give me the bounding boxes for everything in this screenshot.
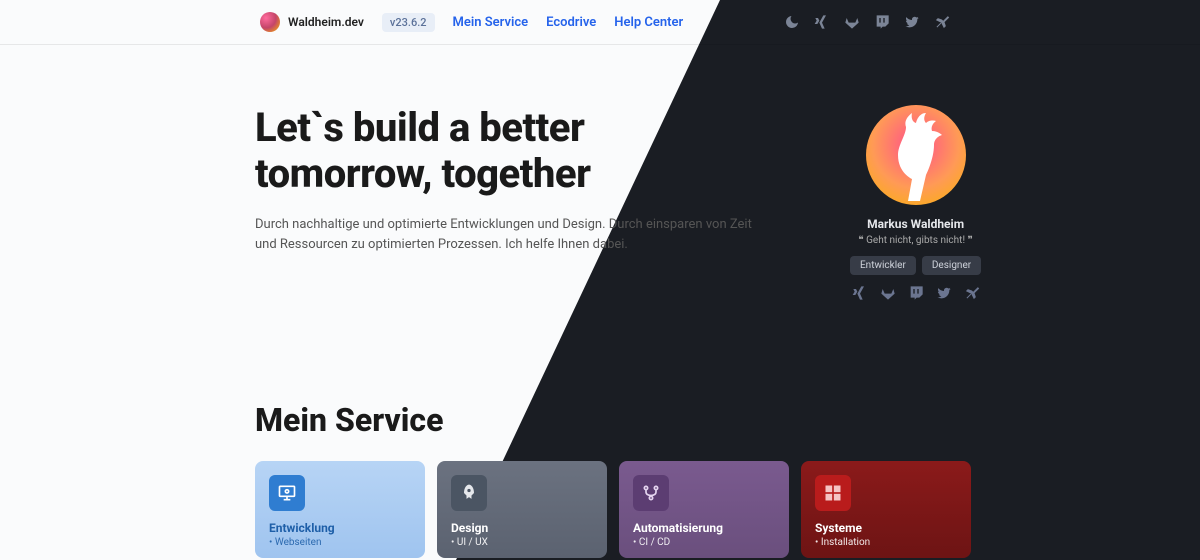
tools-icon[interactable] <box>964 285 980 301</box>
card-automatisierung[interactable]: Automatisierung CI / CD <box>619 461 789 558</box>
card-systeme[interactable]: Systeme Installation <box>801 461 971 558</box>
tools-icon[interactable] <box>934 14 950 30</box>
twitter-icon[interactable] <box>904 14 920 30</box>
xing-icon[interactable] <box>814 14 830 30</box>
hero-title: Let`s build a better tomorrow, together <box>255 105 755 197</box>
service-cards: Entwicklung Webseiten Design UI / UX Aut… <box>255 461 1200 558</box>
rocket-icon <box>451 475 487 511</box>
brand-name: Waldheim.dev <box>288 15 364 29</box>
moon-icon[interactable] <box>784 14 800 30</box>
version-badge: v23.6.2 <box>382 13 435 32</box>
badge-developer: Entwickler <box>850 256 916 275</box>
deer-icon <box>878 113 958 201</box>
twitter-icon[interactable] <box>936 285 952 301</box>
avatar <box>866 105 966 205</box>
card-title: Design <box>451 521 593 535</box>
brand[interactable]: Waldheim.dev <box>260 12 364 32</box>
nav-mein-service[interactable]: Mein Service <box>453 15 529 30</box>
nav-ecodrive[interactable]: Ecodrive <box>546 15 596 30</box>
gitlab-icon[interactable] <box>844 14 860 30</box>
card-title: Entwicklung <box>269 521 411 535</box>
gitlab-icon[interactable] <box>880 285 896 301</box>
branch-icon <box>633 475 669 511</box>
hero: Let`s build a better tomorrow, together … <box>255 105 755 301</box>
badge-designer: Designer <box>922 256 981 275</box>
profile-name: Markus Waldheim <box>850 217 981 231</box>
xing-icon[interactable] <box>852 285 868 301</box>
topbar: Waldheim.dev v23.6.2 Mein Service Ecodri… <box>0 0 1200 45</box>
card-design[interactable]: Design UI / UX <box>437 461 607 558</box>
card-item: CI / CD <box>633 537 775 548</box>
grid-icon <box>815 475 851 511</box>
card-title: Automatisierung <box>633 521 775 535</box>
twitch-icon[interactable] <box>874 14 890 30</box>
profile-card: Markus Waldheim Geht nicht, gibts nicht!… <box>850 105 981 301</box>
twitch-icon[interactable] <box>908 285 924 301</box>
card-item: Webseiten <box>269 537 411 548</box>
brand-logo-icon <box>260 12 280 32</box>
card-title: Systeme <box>815 521 957 535</box>
nav-help-center[interactable]: Help Center <box>614 15 683 30</box>
card-item: Installation <box>815 537 957 548</box>
card-item: UI / UX <box>451 537 593 548</box>
hero-subtitle: Durch nachhaltige und optimierte Entwick… <box>255 215 755 254</box>
monitor-icon <box>269 475 305 511</box>
profile-quote: Geht nicht, gibts nicht! <box>850 235 981 246</box>
card-entwicklung[interactable]: Entwicklung Webseiten <box>255 461 425 558</box>
section-title: Mein Service <box>255 401 1200 439</box>
